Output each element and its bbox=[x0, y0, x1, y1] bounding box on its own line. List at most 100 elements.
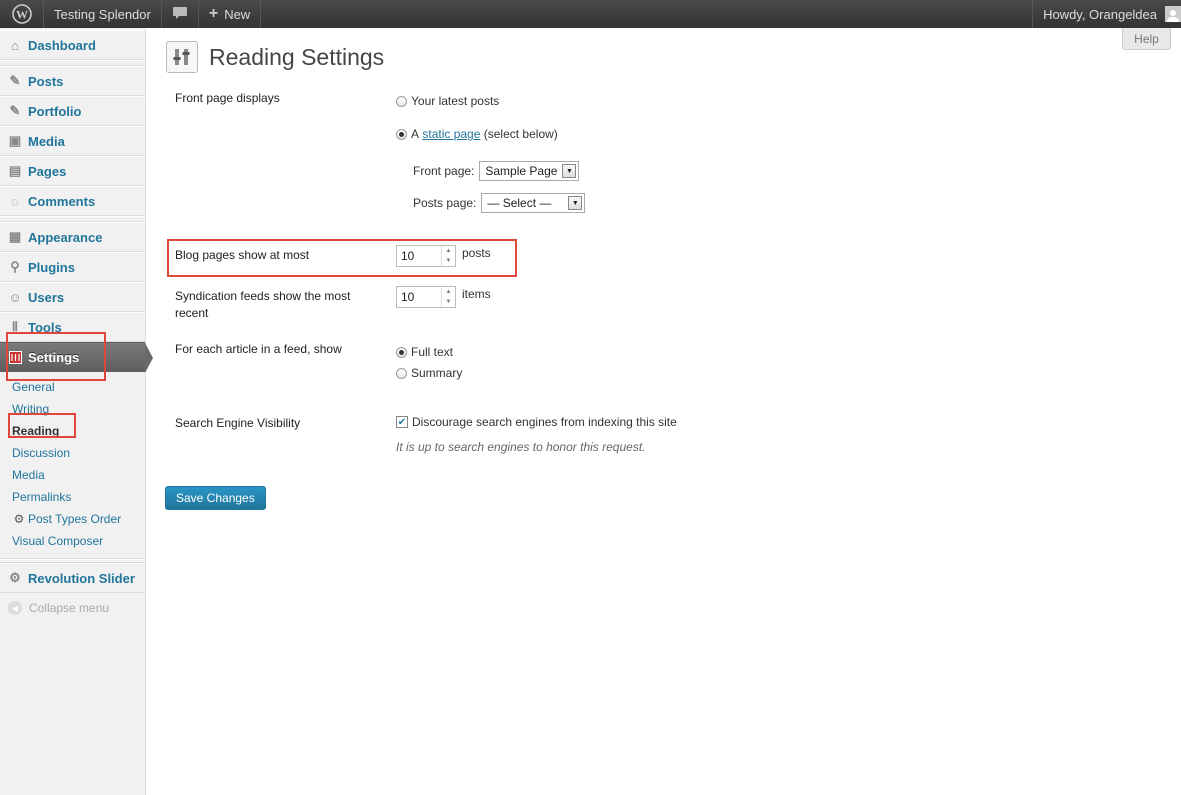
wordpress-logo-icon[interactable]: W bbox=[0, 0, 44, 28]
radio-full-text-row[interactable]: Full text bbox=[396, 345, 453, 359]
site-name-link[interactable]: Testing Splendor bbox=[44, 0, 162, 28]
sidebar-item-media[interactable]: ▣ Media bbox=[0, 126, 145, 156]
submenu-item-label: Writing bbox=[12, 402, 50, 416]
submenu-item-general[interactable]: General bbox=[0, 376, 145, 398]
page-title: Reading Settings bbox=[209, 43, 385, 70]
my-account-link[interactable]: Howdy, Orangeldea bbox=[1032, 0, 1181, 28]
submenu-item-reading[interactable]: Reading bbox=[0, 420, 145, 442]
submenu-item-discussion[interactable]: Discussion bbox=[0, 442, 145, 464]
radio-static-page-row[interactable]: A static page (select below) bbox=[396, 127, 558, 141]
radio-latest-posts[interactable] bbox=[396, 95, 407, 107]
help-tab[interactable]: Help bbox=[1122, 28, 1171, 50]
submenu-item-label: Post Types Order bbox=[28, 512, 122, 526]
submenu-item-media[interactable]: Media bbox=[0, 464, 145, 486]
submenu-item-label: General bbox=[12, 380, 55, 394]
pin-icon: ✎ bbox=[9, 73, 21, 88]
spin-up-icon[interactable]: ▲ bbox=[442, 246, 455, 256]
appearance-icon: ▦ bbox=[8, 229, 22, 244]
radio-summary[interactable] bbox=[396, 367, 407, 379]
svg-text:W: W bbox=[16, 8, 28, 22]
spin-down-icon[interactable]: ▼ bbox=[442, 256, 455, 266]
front-page-select[interactable]: Sample Page ▼ bbox=[479, 161, 580, 181]
site-name-label: Testing Splendor bbox=[54, 6, 151, 22]
sidebar-item-dashboard[interactable]: ⌂ Dashboard bbox=[0, 30, 145, 60]
settings-sliders-icon bbox=[166, 41, 198, 73]
sidebar-item-label: Revolution Slider bbox=[28, 570, 135, 586]
comments-link[interactable] bbox=[162, 0, 199, 28]
sidebar-item-revolution-slider[interactable]: ⚙ Revolution Slider bbox=[0, 563, 145, 593]
save-changes-button[interactable]: Save Changes bbox=[165, 486, 266, 510]
syndication-input[interactable]: 10 ▲ ▼ bbox=[396, 286, 456, 308]
admin-sidebar: ⌂ Dashboard ✎ Posts ✎ Portfolio ▣ Media … bbox=[0, 28, 153, 795]
tools-icon: Ⅱ bbox=[11, 319, 19, 334]
posts-page-label: Posts page: bbox=[413, 196, 477, 210]
radio-summary-row[interactable]: Summary bbox=[396, 366, 462, 380]
greeting-label: Howdy, Orangeldea bbox=[1043, 6, 1157, 22]
number-spinner[interactable]: ▲ ▼ bbox=[441, 287, 455, 307]
sidebar-item-posts[interactable]: ✎ Posts bbox=[0, 66, 145, 96]
submenu-item-visual-composer[interactable]: Visual Composer bbox=[0, 530, 145, 552]
sidebar-item-settings[interactable]: Settings bbox=[0, 342, 153, 373]
submenu-item-writing[interactable]: Writing bbox=[0, 398, 145, 420]
sidebar-item-appearance[interactable]: ▦ Appearance bbox=[0, 222, 145, 252]
sidebar-item-label: Portfolio bbox=[28, 103, 82, 119]
sidebar-item-pages[interactable]: ▤ Pages bbox=[0, 156, 145, 186]
blog-pages-label: Blog pages show at most bbox=[175, 248, 310, 262]
new-label: New bbox=[224, 6, 251, 22]
front-page-select-row: Front page: Sample Page ▼ bbox=[413, 161, 580, 181]
plug-icon: ⚲ bbox=[10, 259, 20, 274]
sidebar-item-plugins[interactable]: ⚲ Plugins bbox=[0, 252, 145, 282]
settings-icon bbox=[6, 348, 24, 366]
collapse-menu-button[interactable]: ◀ Collapse menu bbox=[0, 593, 145, 623]
submenu-item-label: Reading bbox=[12, 424, 60, 438]
syndication-value: 10 bbox=[401, 290, 415, 304]
syndication-label-line2: recent bbox=[175, 306, 209, 320]
new-content-link[interactable]: + New bbox=[199, 0, 262, 28]
collapse-arrow-icon: ◀ bbox=[8, 601, 22, 615]
pages-icon: ▤ bbox=[8, 163, 22, 178]
number-spinner[interactable]: ▲ ▼ bbox=[441, 246, 455, 266]
posts-page-select[interactable]: — Select — ▼ bbox=[481, 193, 586, 213]
sidebar-item-comments[interactable]: ◌ Comments bbox=[0, 186, 145, 216]
blog-pages-value: 10 bbox=[401, 249, 415, 263]
admin-bar: W Testing Splendor + New Howdy, Orangeld… bbox=[0, 0, 1181, 28]
blog-pages-input[interactable]: 10 ▲ ▼ bbox=[396, 245, 456, 267]
sidebar-item-label: Pages bbox=[28, 163, 67, 179]
search-visibility-checkbox-label: Discourage search engines from indexing … bbox=[412, 415, 677, 429]
submenu-item-post-types-order[interactable]: ⚙ Post Types Order bbox=[0, 508, 145, 530]
spin-down-icon[interactable]: ▼ bbox=[442, 297, 455, 307]
radio-static-page[interactable] bbox=[396, 128, 407, 140]
sidebar-item-label: Settings bbox=[28, 349, 80, 365]
sidebar-item-label: Comments bbox=[28, 193, 96, 209]
sidebar-item-label: Dashboard bbox=[28, 37, 96, 53]
syndication-label-line1: Syndication feeds show the most bbox=[175, 289, 351, 303]
sidebar-item-label: Users bbox=[28, 289, 65, 305]
radio-summary-label: Summary bbox=[411, 366, 463, 380]
submenu-item-label: Permalinks bbox=[12, 490, 72, 504]
avatar bbox=[1165, 6, 1181, 22]
front-page-displays-label: Front page displays bbox=[175, 91, 280, 105]
chevron-down-icon: ▼ bbox=[568, 196, 583, 210]
sidebar-item-portfolio[interactable]: ✎ Portfolio bbox=[0, 96, 145, 126]
radio-full-text[interactable] bbox=[396, 346, 407, 358]
sidebar-item-label: Media bbox=[28, 133, 65, 149]
adminbar-spacer bbox=[261, 0, 1032, 28]
search-visibility-label: Search Engine Visibility bbox=[175, 416, 301, 430]
search-visibility-checkbox-row[interactable]: ✔ Discourage search engines from indexin… bbox=[396, 415, 677, 429]
static-page-link[interactable]: static page bbox=[422, 127, 480, 141]
spin-up-icon[interactable]: ▲ bbox=[442, 287, 455, 297]
comment-bubble-icon bbox=[172, 6, 188, 23]
media-icon: ▣ bbox=[8, 133, 22, 148]
sidebar-item-users[interactable]: ☺ Users bbox=[0, 282, 145, 312]
sidebar-item-label: Tools bbox=[28, 319, 62, 335]
search-visibility-checkbox[interactable]: ✔ bbox=[396, 416, 408, 428]
submenu-item-permalinks[interactable]: Permalinks bbox=[0, 486, 145, 508]
blog-pages-unit: posts bbox=[462, 246, 491, 260]
front-page-label: Front page: bbox=[413, 164, 475, 178]
radio-latest-posts-row[interactable]: Your latest posts bbox=[396, 94, 499, 108]
sidebar-item-tools[interactable]: Ⅱ Tools bbox=[0, 312, 145, 342]
posts-page-select-row: Posts page: — Select — ▼ bbox=[413, 193, 586, 213]
submenu-item-label: Visual Composer bbox=[12, 534, 104, 548]
gear-icon: ⚙ bbox=[9, 570, 21, 585]
pin-icon: ✎ bbox=[9, 103, 21, 118]
